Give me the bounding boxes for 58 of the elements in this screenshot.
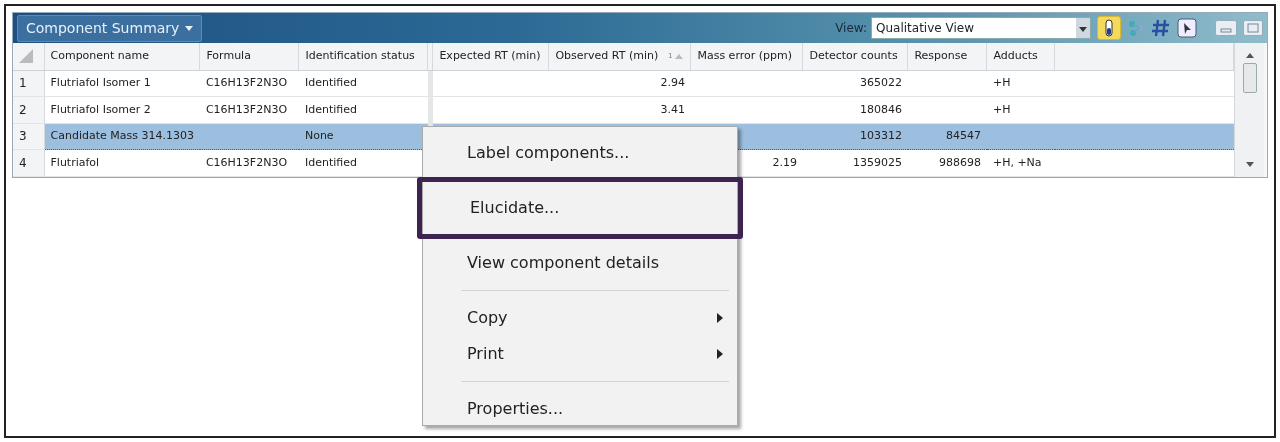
table-cell: 2.94 — [660, 76, 685, 89]
table-cell: +H — [992, 102, 1011, 116]
menu-item[interactable]: View component details — [461, 245, 729, 281]
table-cell: C16H13F2N3O — [205, 155, 288, 169]
maximize-icon[interactable] — [1243, 20, 1263, 36]
row-number[interactable]: 2 — [13, 96, 44, 123]
submenu-arrow-icon — [717, 349, 723, 359]
table-cell: Flutriafol Isomer 1 — [50, 76, 151, 89]
menu-item[interactable]: Label components... — [461, 135, 729, 171]
menu-item[interactable]: Print — [461, 336, 729, 372]
table-cell: C16H13F2N3O — [205, 76, 288, 89]
cursor-icon[interactable] — [1177, 18, 1197, 38]
table-cell: 84547 — [945, 129, 981, 142]
row-number[interactable]: 3 — [13, 123, 44, 150]
table-cell: 365022 — [859, 76, 902, 89]
select-all-icon[interactable] — [19, 49, 33, 63]
scrollbar-thumb[interactable] — [1242, 63, 1257, 93]
table-cell: Flutriafol Isomer 2 — [50, 102, 151, 116]
submenu-arrow-icon — [717, 313, 723, 323]
table-cell: +H, +Na — [992, 155, 1042, 169]
row-number[interactable]: 4 — [13, 149, 44, 176]
column-header[interactable]: Adducts — [986, 43, 1055, 70]
view-label: View: — [835, 20, 867, 37]
caret-icon — [185, 25, 194, 31]
column-header[interactable]: Formula — [199, 43, 299, 70]
column-header[interactable]: Component name — [44, 43, 200, 70]
table-cell: C16H13F2N3O — [205, 102, 288, 116]
test-tube-icon[interactable] — [1097, 16, 1121, 40]
row-number[interactable]: 1 — [13, 70, 44, 97]
table-cell: None — [304, 129, 334, 142]
table-cell: 180846 — [859, 102, 902, 116]
view-select[interactable]: Qualitative View — [871, 17, 1091, 39]
scroll-down-icon[interactable] — [1244, 160, 1255, 169]
table-cell: Identified — [304, 155, 357, 169]
column-header[interactable]: Response — [907, 43, 987, 70]
scroll-up-icon[interactable] — [1244, 51, 1255, 59]
hash-icon[interactable] — [1151, 18, 1171, 38]
menu-item[interactable]: Copy — [461, 300, 729, 336]
panel-title-button[interactable]: Component Summary — [17, 14, 203, 42]
table-cell: Identified — [304, 76, 357, 89]
minimize-icon[interactable] — [1215, 20, 1237, 36]
column-header[interactable]: Identification status — [298, 43, 428, 70]
table-cell: Identified — [304, 102, 357, 116]
table-cell: 988698 — [938, 155, 981, 169]
column-header[interactable]: Observed RT (min) — [555, 48, 659, 65]
caret-icon — [1076, 18, 1090, 38]
menu-item[interactable]: Elucidate... — [417, 177, 743, 239]
table-cell: 3.41 — [660, 102, 685, 116]
column-header[interactable]: Detector counts — [802, 43, 908, 70]
table-cell: Flutriafol — [50, 155, 100, 169]
menu-item[interactable]: Properties... — [461, 391, 729, 427]
column-header[interactable]: Mass error (ppm) — [690, 43, 803, 70]
table-cell: +H — [992, 76, 1011, 89]
table-cell: 103312 — [859, 129, 902, 142]
table-cell: Candidate Mass 314.1303 — [50, 129, 194, 142]
table-cell: 2.19 — [772, 155, 797, 169]
table-cell: 1359025 — [852, 155, 902, 169]
column-header[interactable]: Expected RT (min) — [432, 43, 549, 70]
